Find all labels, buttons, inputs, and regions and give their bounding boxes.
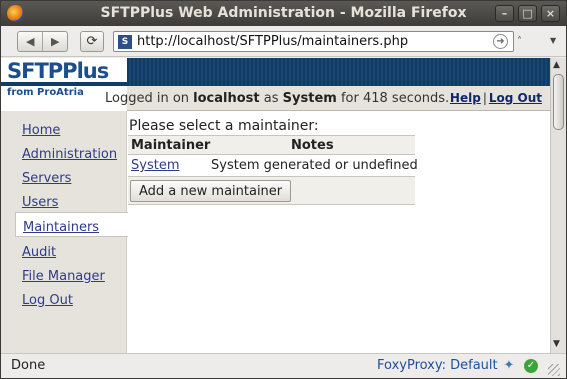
- foxyproxy-status[interactable]: FoxyProxy: Default: [377, 358, 498, 373]
- scroll-down-icon[interactable]: ▼: [553, 339, 560, 349]
- maintainer-link[interactable]: System: [131, 158, 179, 173]
- scrollbar-thumb[interactable]: [553, 74, 564, 130]
- close-button[interactable]: ×: [541, 5, 560, 22]
- foxyproxy-icon[interactable]: ✦: [501, 358, 517, 374]
- url-bar[interactable]: S http://localhost/SFTPPlus/maintainers.…: [113, 31, 514, 52]
- page-content: SFTPPlus from ProAtria Logged in on loca…: [1, 58, 550, 353]
- site-favicon-icon: S: [118, 35, 132, 49]
- sidebar-item-home[interactable]: Home: [22, 123, 60, 138]
- vertical-scrollbar[interactable]: ▲ ▼: [550, 58, 566, 353]
- logo-main-text: SFTPPlus: [7, 59, 109, 83]
- login-bar: Logged in on localhost as System for 418…: [105, 86, 550, 111]
- logout-link[interactable]: Log Out: [489, 91, 542, 105]
- back-button[interactable]: ◀: [18, 32, 42, 51]
- logo-stripe: [1, 82, 127, 86]
- navigation-toolbar: ◀ ▶ ⟳ S http://localhost/SFTPPlus/mainta…: [1, 26, 566, 57]
- status-bar: Done FoxyProxy: Default ✦ ✓: [1, 353, 566, 378]
- browser-window: SFTPPlus Web Administration - Mozilla Fi…: [0, 0, 567, 379]
- table-header: Maintainer Notes: [128, 136, 415, 155]
- minimize-button[interactable]: –: [495, 5, 514, 22]
- resize-grip[interactable]: [548, 364, 560, 376]
- chevron-up-icon[interactable]: ˄: [517, 36, 522, 47]
- status-text: Done: [11, 358, 46, 373]
- login-host: localhost: [193, 91, 260, 106]
- maintainers-table: Maintainer Notes System System generated…: [128, 135, 418, 205]
- column-header-notes: Notes: [291, 138, 334, 153]
- scroll-up-icon[interactable]: ▲: [553, 60, 560, 70]
- reload-button[interactable]: ⟳: [80, 31, 104, 52]
- maximize-button[interactable]: □: [518, 5, 537, 22]
- login-status: Logged in on localhost as System for 418…: [105, 91, 449, 106]
- window-title: SFTPPlus Web Administration - Mozilla Fi…: [100, 5, 467, 21]
- page-title: Please select a maintainer:: [129, 118, 319, 134]
- sidebar-item-log-out[interactable]: Log Out: [22, 293, 73, 308]
- login-user: System: [282, 91, 337, 106]
- title-bar: SFTPPlus Web Administration - Mozilla Fi…: [1, 1, 566, 26]
- help-link[interactable]: Help: [450, 91, 481, 105]
- table-row: System System generated or undefined: [128, 155, 418, 177]
- window-controls: – □ ×: [495, 5, 560, 22]
- back-forward-group: ◀ ▶: [17, 31, 68, 52]
- sidebar-item-servers[interactable]: Servers: [22, 171, 71, 186]
- sidebar-item-file-manager[interactable]: File Manager: [22, 269, 105, 284]
- login-duration: for 418 seconds.: [340, 91, 450, 106]
- checkmark-icon: ✓: [524, 359, 538, 373]
- logo-sub-text: from ProAtria: [7, 87, 84, 98]
- login-links: Help | Log Out: [450, 91, 542, 105]
- forward-button[interactable]: ▶: [42, 32, 67, 51]
- column-header-maintainer: Maintainer: [131, 138, 211, 153]
- url-text[interactable]: http://localhost/SFTPPlus/maintainers.ph…: [137, 34, 408, 49]
- add-maintainer-button[interactable]: Add a new maintainer: [130, 180, 292, 202]
- sidebar-item-maintainers[interactable]: Maintainers: [23, 220, 99, 235]
- login-prefix: Logged in on: [105, 91, 190, 106]
- table-footer: Add a new maintainer: [128, 177, 415, 205]
- login-as: as: [263, 91, 279, 106]
- go-arrow-icon[interactable]: ➜: [493, 34, 508, 49]
- sidebar-item-users[interactable]: Users: [22, 195, 58, 210]
- sidebar-item-administration[interactable]: Administration: [22, 147, 117, 162]
- sidebar-nav: Home Administration Servers Users Mainta…: [1, 111, 128, 353]
- link-separator: |: [482, 91, 487, 105]
- sidebar-item-audit[interactable]: Audit: [22, 245, 56, 260]
- chevron-down-icon[interactable]: ▼: [550, 36, 556, 45]
- maintainer-notes: System generated or undefined: [211, 158, 418, 173]
